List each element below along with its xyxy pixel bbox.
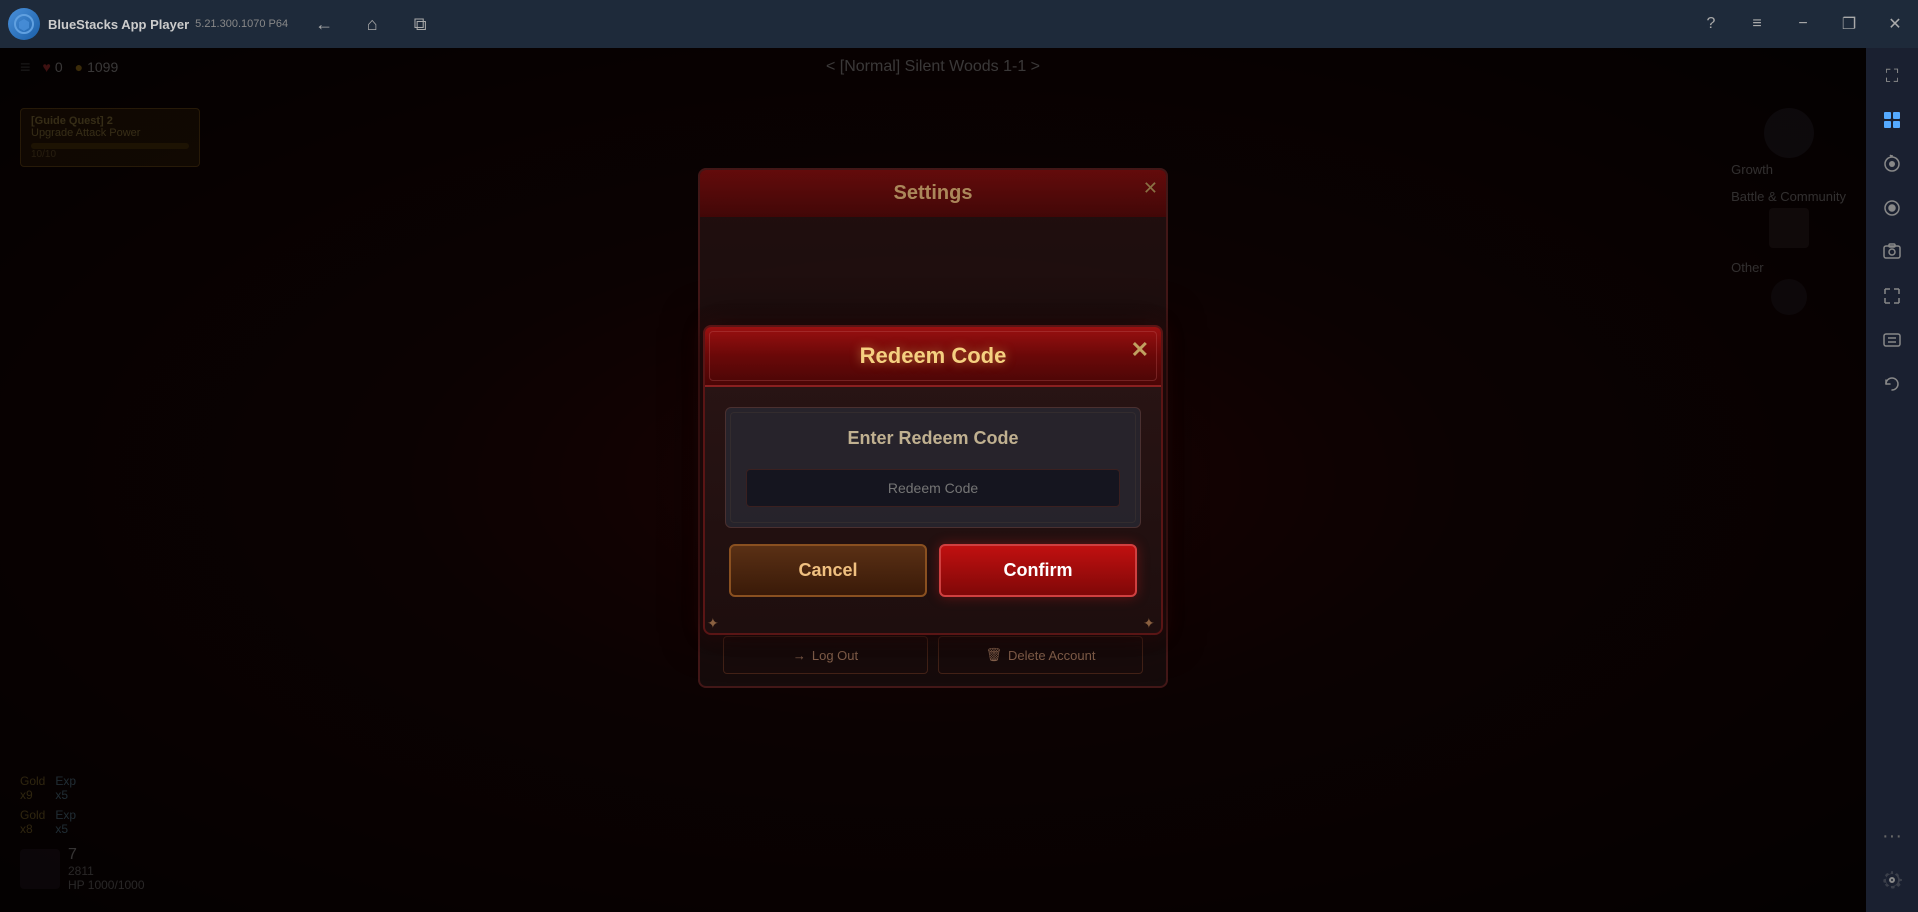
redeem-modal: ✦ ✦ ✦ ✦ Redeem Code ✕ Enter Redeem Code …: [703, 325, 1163, 635]
corner-decoration-bl: ✦: [707, 615, 723, 631]
redeem-header: Redeem Code ✕: [705, 327, 1161, 387]
cancel-button[interactable]: Cancel: [729, 544, 927, 597]
redeem-input-area: Enter Redeem Code: [725, 407, 1141, 528]
game-area: ≡ ♥ 0 ● 1099 < [Normal] Silent Woods 1-1…: [0, 48, 1866, 912]
redeem-buttons: Cancel Confirm: [725, 544, 1141, 613]
copy-button[interactable]: ⧉: [404, 8, 436, 40]
menu-button[interactable]: ≡: [1734, 0, 1780, 48]
resize-icon[interactable]: [1872, 276, 1912, 316]
redeem-close-button[interactable]: ✕: [1131, 337, 1149, 363]
record-icon[interactable]: [1872, 188, 1912, 228]
back-button[interactable]: ←: [308, 8, 340, 40]
redeem-title: Redeem Code: [725, 343, 1141, 369]
camera-rotate-icon[interactable]: [1872, 144, 1912, 184]
app-logo: [8, 8, 40, 40]
redeem-body: Enter Redeem Code Cancel Confirm: [705, 387, 1161, 633]
titlebar: BlueStacks App Player 5.21.300.1070 P64 …: [0, 0, 1918, 48]
refresh-icon[interactable]: [1872, 364, 1912, 404]
restore-button[interactable]: ❐: [1826, 0, 1872, 48]
screenshot-icon[interactable]: [1872, 232, 1912, 272]
corner-decoration-br: ✦: [1143, 615, 1159, 631]
home-button[interactable]: ⌂: [356, 8, 388, 40]
minimize-button[interactable]: −: [1780, 0, 1826, 48]
layout-icon[interactable]: [1872, 100, 1912, 140]
redeem-overlay: ✦ ✦ ✦ ✦ Redeem Code ✕ Enter Redeem Code …: [0, 48, 1866, 912]
screenshot2-icon[interactable]: [1872, 320, 1912, 360]
app-name: BlueStacks App Player: [48, 17, 189, 32]
sidebar-more-icon[interactable]: ···: [1882, 825, 1902, 848]
right-sidebar: ⛶: [1866, 48, 1918, 912]
help-button[interactable]: ?: [1688, 0, 1734, 48]
confirm-button[interactable]: Confirm: [939, 544, 1137, 597]
settings-icon[interactable]: [1872, 860, 1912, 900]
redeem-placeholder: Enter Redeem Code: [746, 428, 1120, 449]
expand-icon[interactable]: ⛶: [1872, 56, 1912, 96]
redeem-code-input[interactable]: [746, 469, 1120, 507]
close-button[interactable]: ✕: [1872, 0, 1918, 48]
app-version: 5.21.300.1070 P64: [195, 18, 288, 30]
window-controls: ? ≡ − ❐ ✕: [1688, 0, 1918, 48]
titlebar-nav: ← ⌂ ⧉: [308, 8, 436, 40]
